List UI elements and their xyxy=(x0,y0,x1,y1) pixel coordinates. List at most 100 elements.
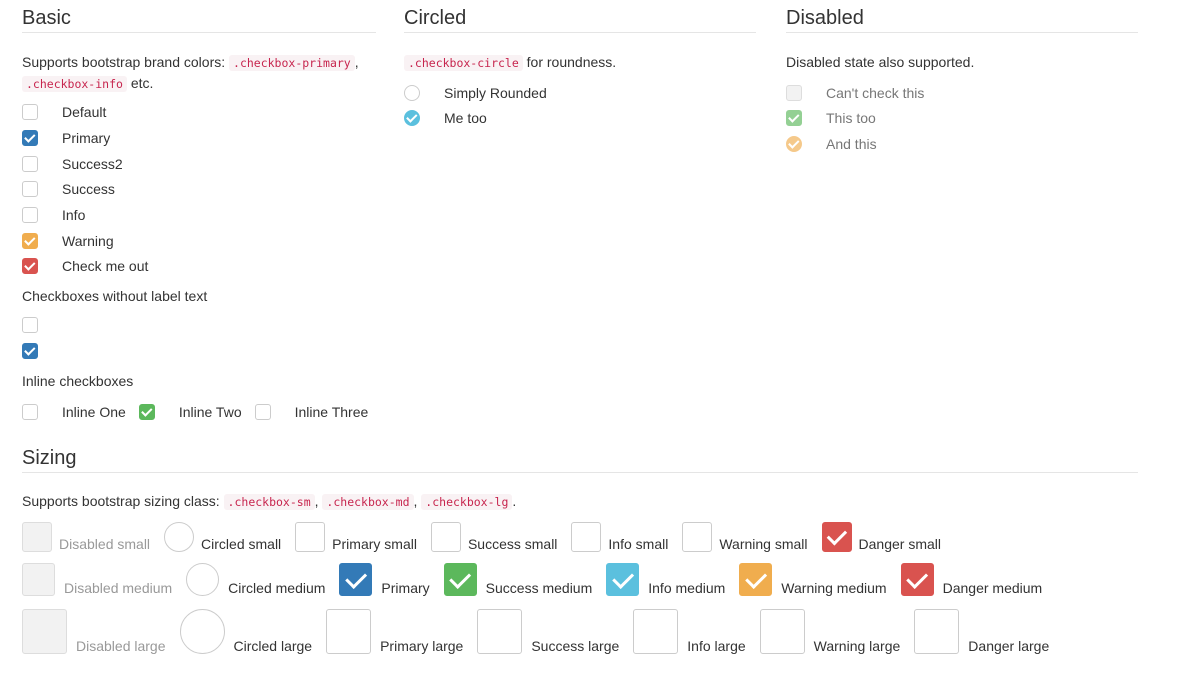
sizing-checkbox-item[interactable]: Circled small xyxy=(164,522,281,552)
checkbox-row[interactable]: Warning xyxy=(22,230,114,252)
checkbox-row[interactable]: Default xyxy=(22,101,106,123)
checkbox-row[interactable] xyxy=(22,340,38,362)
checkbox-row[interactable]: Simply Rounded xyxy=(404,82,547,104)
checkbox-medium xyxy=(22,563,55,596)
sizing-sep-1: , xyxy=(314,493,319,509)
sizing-checkbox-item[interactable]: Warning medium xyxy=(739,563,887,596)
checkbox-row[interactable]: Info xyxy=(22,204,85,226)
checkbox-checked[interactable] xyxy=(22,233,38,249)
sizing-checkbox-item[interactable]: Success large xyxy=(477,609,619,654)
basic-desc-text: Supports bootstrap brand colors: xyxy=(22,54,230,70)
checkbox-label: Default xyxy=(62,104,107,120)
disabled-heading: Disabled xyxy=(786,0,1138,33)
checkbox-label: Warning xyxy=(62,233,114,249)
checkbox-large[interactable] xyxy=(759,609,805,654)
sizing-sep-2: , xyxy=(413,493,418,509)
sizing-checkbox-label: Danger small xyxy=(858,536,941,552)
checkbox-row[interactable]: Success2 xyxy=(22,153,123,175)
sizing-row-medium: Disabled medium Circled medium Primary Succ… xyxy=(22,563,1056,596)
basic-description: Supports bootstrap brand colors: .checkb… xyxy=(22,52,376,94)
sizing-checkbox-item[interactable]: Info small xyxy=(571,522,668,552)
checkbox-row[interactable]: Check me out xyxy=(22,255,148,277)
checkbox[interactable] xyxy=(22,317,38,333)
checkbox-medium[interactable] xyxy=(739,563,773,596)
inline-checkbox-item[interactable]: Inline One xyxy=(22,404,126,420)
sizing-checkbox-item[interactable]: Success medium xyxy=(443,563,593,596)
checkbox[interactable] xyxy=(22,207,38,223)
checkbox-medium[interactable] xyxy=(900,563,934,596)
checkbox-checked[interactable] xyxy=(138,404,155,420)
circled-section: Circled .checkbox-circle for roundness. … xyxy=(404,0,756,160)
sizing-checkbox-item[interactable]: Success small xyxy=(430,522,557,552)
circle-checkbox-medium[interactable] xyxy=(186,563,220,596)
basic-heading: Basic xyxy=(22,0,376,33)
sizing-desc-end: . xyxy=(512,493,517,509)
checkbox-medium[interactable] xyxy=(339,563,373,596)
checkbox-large[interactable] xyxy=(477,609,523,654)
basic-desc-sep: , xyxy=(354,54,359,70)
sizing-checkbox-item[interactable]: Circled medium xyxy=(186,563,325,596)
code-checkbox-info: .checkbox-info xyxy=(22,76,127,92)
sizing-checkbox-label: Primary xyxy=(381,580,430,596)
checkbox-small[interactable] xyxy=(682,522,713,552)
checkbox-small[interactable] xyxy=(571,522,602,552)
checkbox-row: This too xyxy=(786,107,876,129)
sizing-section: Sizing Supports bootstrap sizing class: … xyxy=(22,440,1138,510)
code-checkbox-primary: .checkbox-primary xyxy=(229,55,355,71)
sizing-checkbox-item[interactable]: Info large xyxy=(633,609,746,654)
code-checkbox-circle: .checkbox-circle xyxy=(404,55,523,71)
checkbox-large[interactable] xyxy=(914,609,960,654)
checkbox-label: Can't check this xyxy=(826,85,925,101)
checkbox-row[interactable]: Me too xyxy=(404,107,487,129)
checkbox[interactable] xyxy=(22,404,38,420)
circled-heading: Circled xyxy=(404,0,756,33)
checkbox-small[interactable] xyxy=(295,522,326,552)
sizing-checkbox-item[interactable]: Primary small xyxy=(295,522,417,552)
circle-checkbox-large[interactable] xyxy=(179,609,225,654)
checkbox-checked[interactable] xyxy=(22,343,38,359)
inline-checkbox-item[interactable]: Inline Two xyxy=(138,404,242,420)
sizing-checkbox-label: Info medium xyxy=(648,580,726,596)
checkbox-small[interactable] xyxy=(430,522,461,552)
sizing-checkbox-item[interactable]: Danger large xyxy=(914,609,1049,654)
checkbox-row[interactable] xyxy=(22,314,38,336)
sizing-checkbox-item[interactable]: Danger medium xyxy=(900,563,1042,596)
checkbox-small[interactable] xyxy=(821,522,852,552)
checkbox-large[interactable] xyxy=(633,609,679,654)
checkbox-checked[interactable] xyxy=(22,130,38,146)
sizing-checkbox-label: Primary small xyxy=(332,536,417,552)
sizing-checkbox-item[interactable]: Primary xyxy=(339,563,430,596)
circle-checkbox[interactable] xyxy=(404,85,420,101)
checkbox-checked[interactable] xyxy=(22,258,38,274)
sizing-checkbox-label: Info small xyxy=(608,536,669,552)
sizing-checkbox-label: Warning small xyxy=(719,536,808,552)
sizing-checkbox-item: Disabled medium xyxy=(22,563,172,596)
checkbox[interactable] xyxy=(22,181,38,197)
checkbox-label: Success2 xyxy=(62,156,123,172)
circle-checkbox-small[interactable] xyxy=(164,522,195,552)
checkbox-label: Me too xyxy=(444,110,487,126)
checkbox-row[interactable]: Primary xyxy=(22,127,110,149)
checkbox-medium[interactable] xyxy=(606,563,640,596)
sizing-checkbox-label: Success medium xyxy=(485,580,593,596)
checkbox[interactable] xyxy=(254,404,271,420)
sizing-checkbox-label: Danger large xyxy=(968,638,1050,654)
sizing-checkbox-item[interactable]: Warning small xyxy=(682,522,808,552)
sizing-checkbox-item[interactable]: Danger small xyxy=(821,522,941,552)
checkbox-medium[interactable] xyxy=(443,563,477,596)
checkbox-label: Primary xyxy=(62,130,111,146)
checkbox[interactable] xyxy=(22,156,38,172)
checkbox-label: Simply Rounded xyxy=(444,85,547,101)
circled-desc-suffix: for roundness. xyxy=(522,54,617,70)
sizing-checkbox-item[interactable]: Primary large xyxy=(326,609,463,654)
inline-checkbox-list: Inline One Inline Two Inline Three xyxy=(22,401,381,423)
checkbox-row[interactable]: Success xyxy=(22,178,115,200)
checkbox-label: Success xyxy=(62,181,115,197)
sizing-checkbox-item[interactable]: Info medium xyxy=(606,563,725,596)
checkbox[interactable] xyxy=(22,104,38,120)
checkbox-large[interactable] xyxy=(326,609,372,654)
circle-checkbox-checked[interactable] xyxy=(404,110,420,126)
sizing-checkbox-item[interactable]: Warning large xyxy=(759,609,900,654)
inline-checkbox-item[interactable]: Inline Three xyxy=(254,404,368,420)
sizing-checkbox-item[interactable]: Circled large xyxy=(179,609,312,654)
